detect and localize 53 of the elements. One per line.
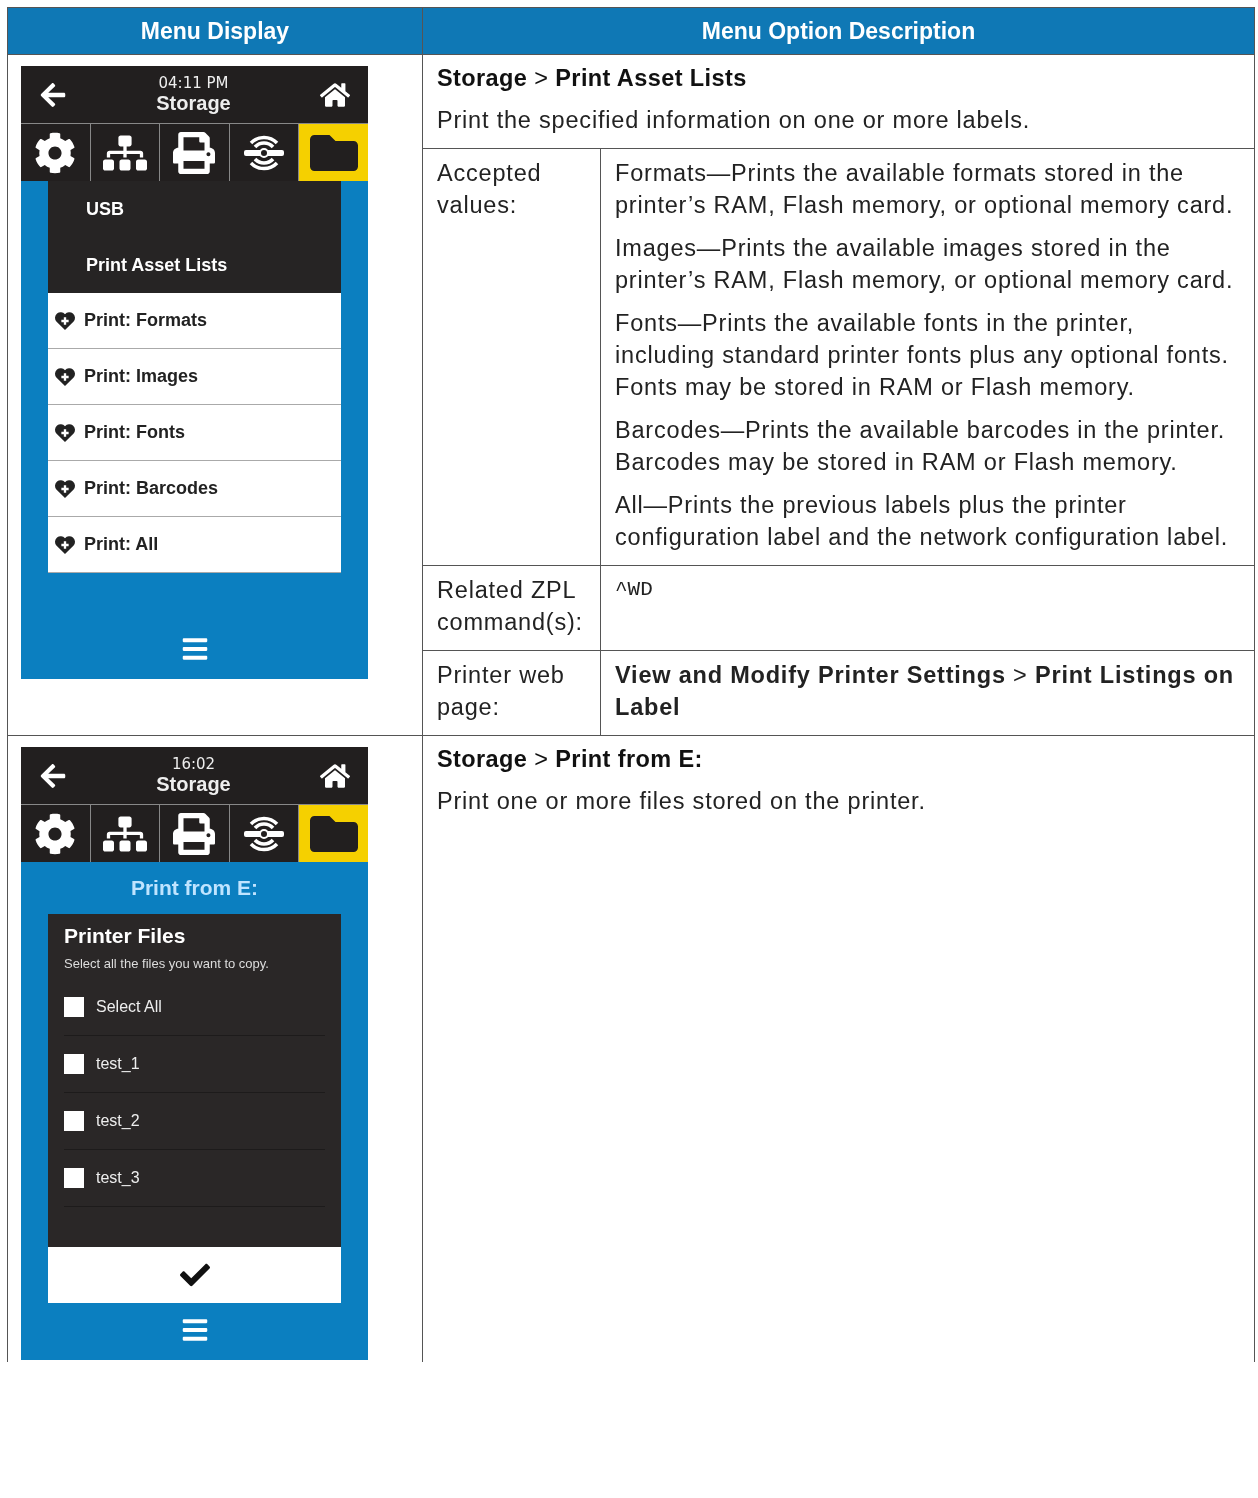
file-label: test_1	[96, 1055, 140, 1073]
detail-text: All—Prints the previous labels plus the printer configuration label and the network configuration label.	[615, 491, 1230, 552]
menu-tab[interactable]	[299, 805, 368, 862]
screen-title: Storage	[156, 92, 231, 115]
detail-label: Printer web page:	[423, 651, 601, 735]
back-arrow-icon[interactable]	[39, 761, 67, 790]
file-label: Select All	[96, 998, 162, 1016]
panel-title: Printer Files	[64, 924, 187, 948]
settings-icon	[34, 812, 77, 855]
printer-icon	[173, 812, 216, 855]
screen-time: 16:02	[171, 755, 216, 773]
description-text: Print the specified information on one or more labels.	[437, 106, 1032, 135]
screen-time: 04:11 PM	[158, 74, 229, 92]
menu-item[interactable]: Print: All	[48, 517, 341, 573]
description-text: Print one or more files stored on the printer.	[437, 787, 927, 816]
heart-plus-icon	[54, 366, 76, 387]
checkbox[interactable]	[64, 1168, 84, 1188]
menu-item[interactable]: Print: Formats	[48, 293, 341, 349]
menu-item[interactable]: Print: Barcodes	[48, 461, 341, 517]
menu-item[interactable]: USB	[48, 181, 341, 237]
file-label: test_3	[96, 1169, 140, 1187]
heart-plus-icon	[54, 478, 76, 499]
printer-icon	[173, 131, 216, 174]
menu-icon[interactable]	[180, 635, 209, 663]
menu-tab[interactable]	[299, 124, 368, 181]
menu-item[interactable]: Print: Images	[48, 349, 341, 405]
file-label: test_2	[96, 1112, 140, 1130]
heart-plus-icon	[54, 422, 76, 443]
column-header: Menu Option Description	[423, 8, 1255, 55]
menu-path: Storage > Print Asset Lists	[437, 65, 748, 92]
back-arrow-icon[interactable]	[39, 80, 67, 109]
detail-label: Accepted values:	[423, 149, 601, 565]
heart-plus-icon	[54, 534, 76, 555]
detail-text: Barcodes—Prints the available barcodes in the printer. Barcodes may be stored in RAM or Flash memory.	[615, 416, 1227, 477]
screen-title: Storage	[156, 773, 231, 796]
panel-hint: Select all the files you want to copy.	[64, 956, 270, 971]
detail-text: View and Modify Printer Settings > Print Listings on Label	[615, 661, 1235, 722]
menu-icon[interactable]	[180, 1316, 209, 1344]
zpl-command: ^WD	[615, 577, 654, 603]
detail-text: Fonts—Prints the available fonts in the printer, including standard printer fonts plus any optional fonts. Fonts may be stored in RAM or Flash memory.	[615, 309, 1230, 402]
detail-text: Formats—Prints the available formats stored in the printer’s RAM, Flash memory, or optional memory card.	[615, 159, 1235, 220]
menu-path: Storage > Print from E:	[437, 746, 704, 773]
screen-heading: Print from E:	[129, 875, 260, 901]
heart-plus-icon	[54, 310, 76, 331]
settings-icon	[34, 131, 77, 174]
detail-text: Images—Prints the available images stored in the printer’s RAM, Flash memory, or optional memory card.	[615, 234, 1235, 295]
checkbox[interactable]	[64, 997, 84, 1017]
menu-item[interactable]: Print Asset Lists	[48, 237, 341, 293]
checkbox[interactable]	[64, 1111, 84, 1131]
menu-item[interactable]: Print: Fonts	[48, 405, 341, 461]
detail-label: Related ZPL command(s):	[423, 566, 601, 650]
column-header: Menu Display	[8, 8, 423, 55]
checkbox[interactable]	[64, 1054, 84, 1074]
